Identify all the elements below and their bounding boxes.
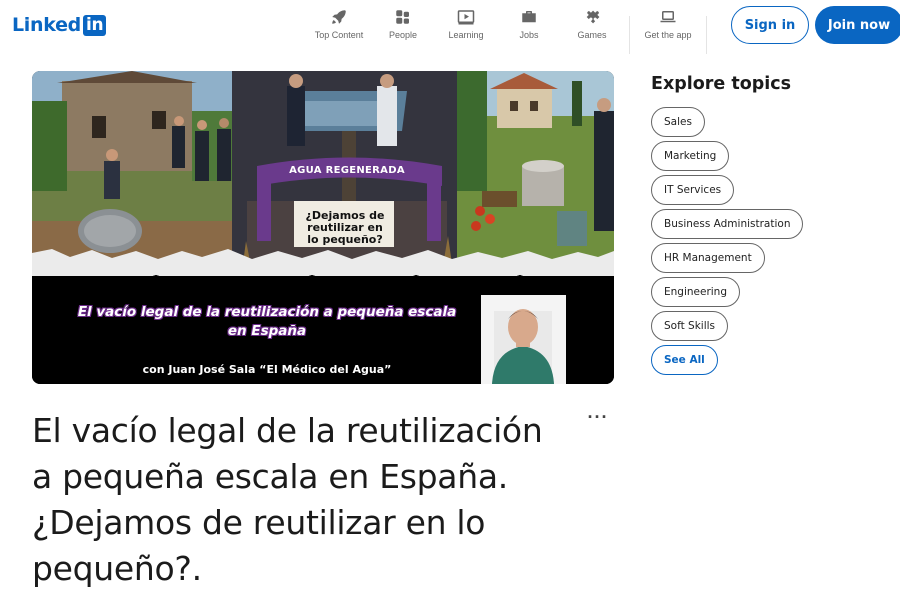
- nav-learning[interactable]: Learning: [431, 8, 501, 40]
- topic-pill: IT Services: [651, 175, 735, 205]
- explore-topics-heading: Explore topics: [651, 74, 792, 94]
- nav-get-app[interactable]: Get the app: [633, 8, 703, 40]
- topic-hr-management[interactable]: HR Management: [651, 243, 803, 273]
- video-play-icon: [457, 10, 475, 25]
- cover-caption: El vacío legal de la reutilización a peq…: [32, 303, 502, 341]
- nav-label: People: [388, 30, 418, 40]
- nav-label: Top Content: [314, 30, 364, 40]
- nav-divider: [706, 16, 707, 54]
- nav-top-content[interactable]: Top Content: [304, 8, 374, 40]
- topics-list: Sales Marketing IT Services Business Adm…: [651, 107, 804, 379]
- cover-caption-line: en España: [227, 323, 307, 339]
- see-all-pill: See All: [651, 345, 718, 375]
- nav-label: Jobs: [519, 30, 539, 40]
- nav-people[interactable]: People: [368, 8, 438, 40]
- nav-label: Games: [577, 30, 607, 40]
- see-all-topics-link[interactable]: See All: [651, 345, 803, 375]
- rocket-icon: [332, 10, 346, 24]
- topic-pill: Soft Skills: [651, 311, 729, 341]
- nav-label: Get the app: [644, 30, 692, 40]
- topic-engineering[interactable]: Engineering: [651, 277, 803, 307]
- people-icon: [396, 10, 409, 24]
- cover-banner-text: AGUA REGENERADA: [289, 165, 405, 176]
- article-cover-image: AGUA REGENERADA ¿Dejamos de reutilizar e…: [32, 71, 614, 384]
- join-now-button[interactable]: Join now: [815, 6, 900, 44]
- topic-sales[interactable]: Sales: [651, 107, 803, 137]
- cover-caption-line: El vacío legal de la reutilización a peq…: [77, 304, 457, 320]
- cover-sign-text: ¿Dejamos de reutilizar en lo pequeño?: [305, 209, 385, 246]
- puzzle-icon: [586, 10, 600, 24]
- topic-marketing[interactable]: Marketing: [651, 141, 803, 171]
- laptop-icon: [660, 11, 676, 23]
- topic-pill: Marketing: [651, 141, 730, 171]
- top-nav-bar: Linked in Top Content People Learning Job…: [0, 0, 900, 54]
- nav-games[interactable]: Games: [557, 8, 627, 40]
- topic-pill: HR Management: [651, 243, 765, 273]
- briefcase-icon: [522, 11, 536, 23]
- article-title: El vacío legal de la reutilización a peq…: [32, 411, 543, 588]
- cover-subcaption: con Juan José Sala “El Médico del Agua”: [142, 363, 392, 376]
- nav-label: Learning: [448, 30, 484, 40]
- more-options-button[interactable]: ···: [585, 405, 611, 429]
- nav-jobs[interactable]: Jobs: [494, 8, 564, 40]
- topic-pill: Engineering: [651, 277, 740, 307]
- topic-soft-skills[interactable]: Soft Skills: [651, 311, 803, 341]
- nav-divider: [629, 16, 630, 54]
- sign-in-button[interactable]: Sign in: [731, 6, 809, 44]
- topic-pill: Business Administration: [651, 209, 804, 239]
- topic-it-services[interactable]: IT Services: [651, 175, 803, 205]
- topic-business-administration[interactable]: Business Administration: [651, 209, 804, 239]
- topic-pill: Sales: [651, 107, 705, 137]
